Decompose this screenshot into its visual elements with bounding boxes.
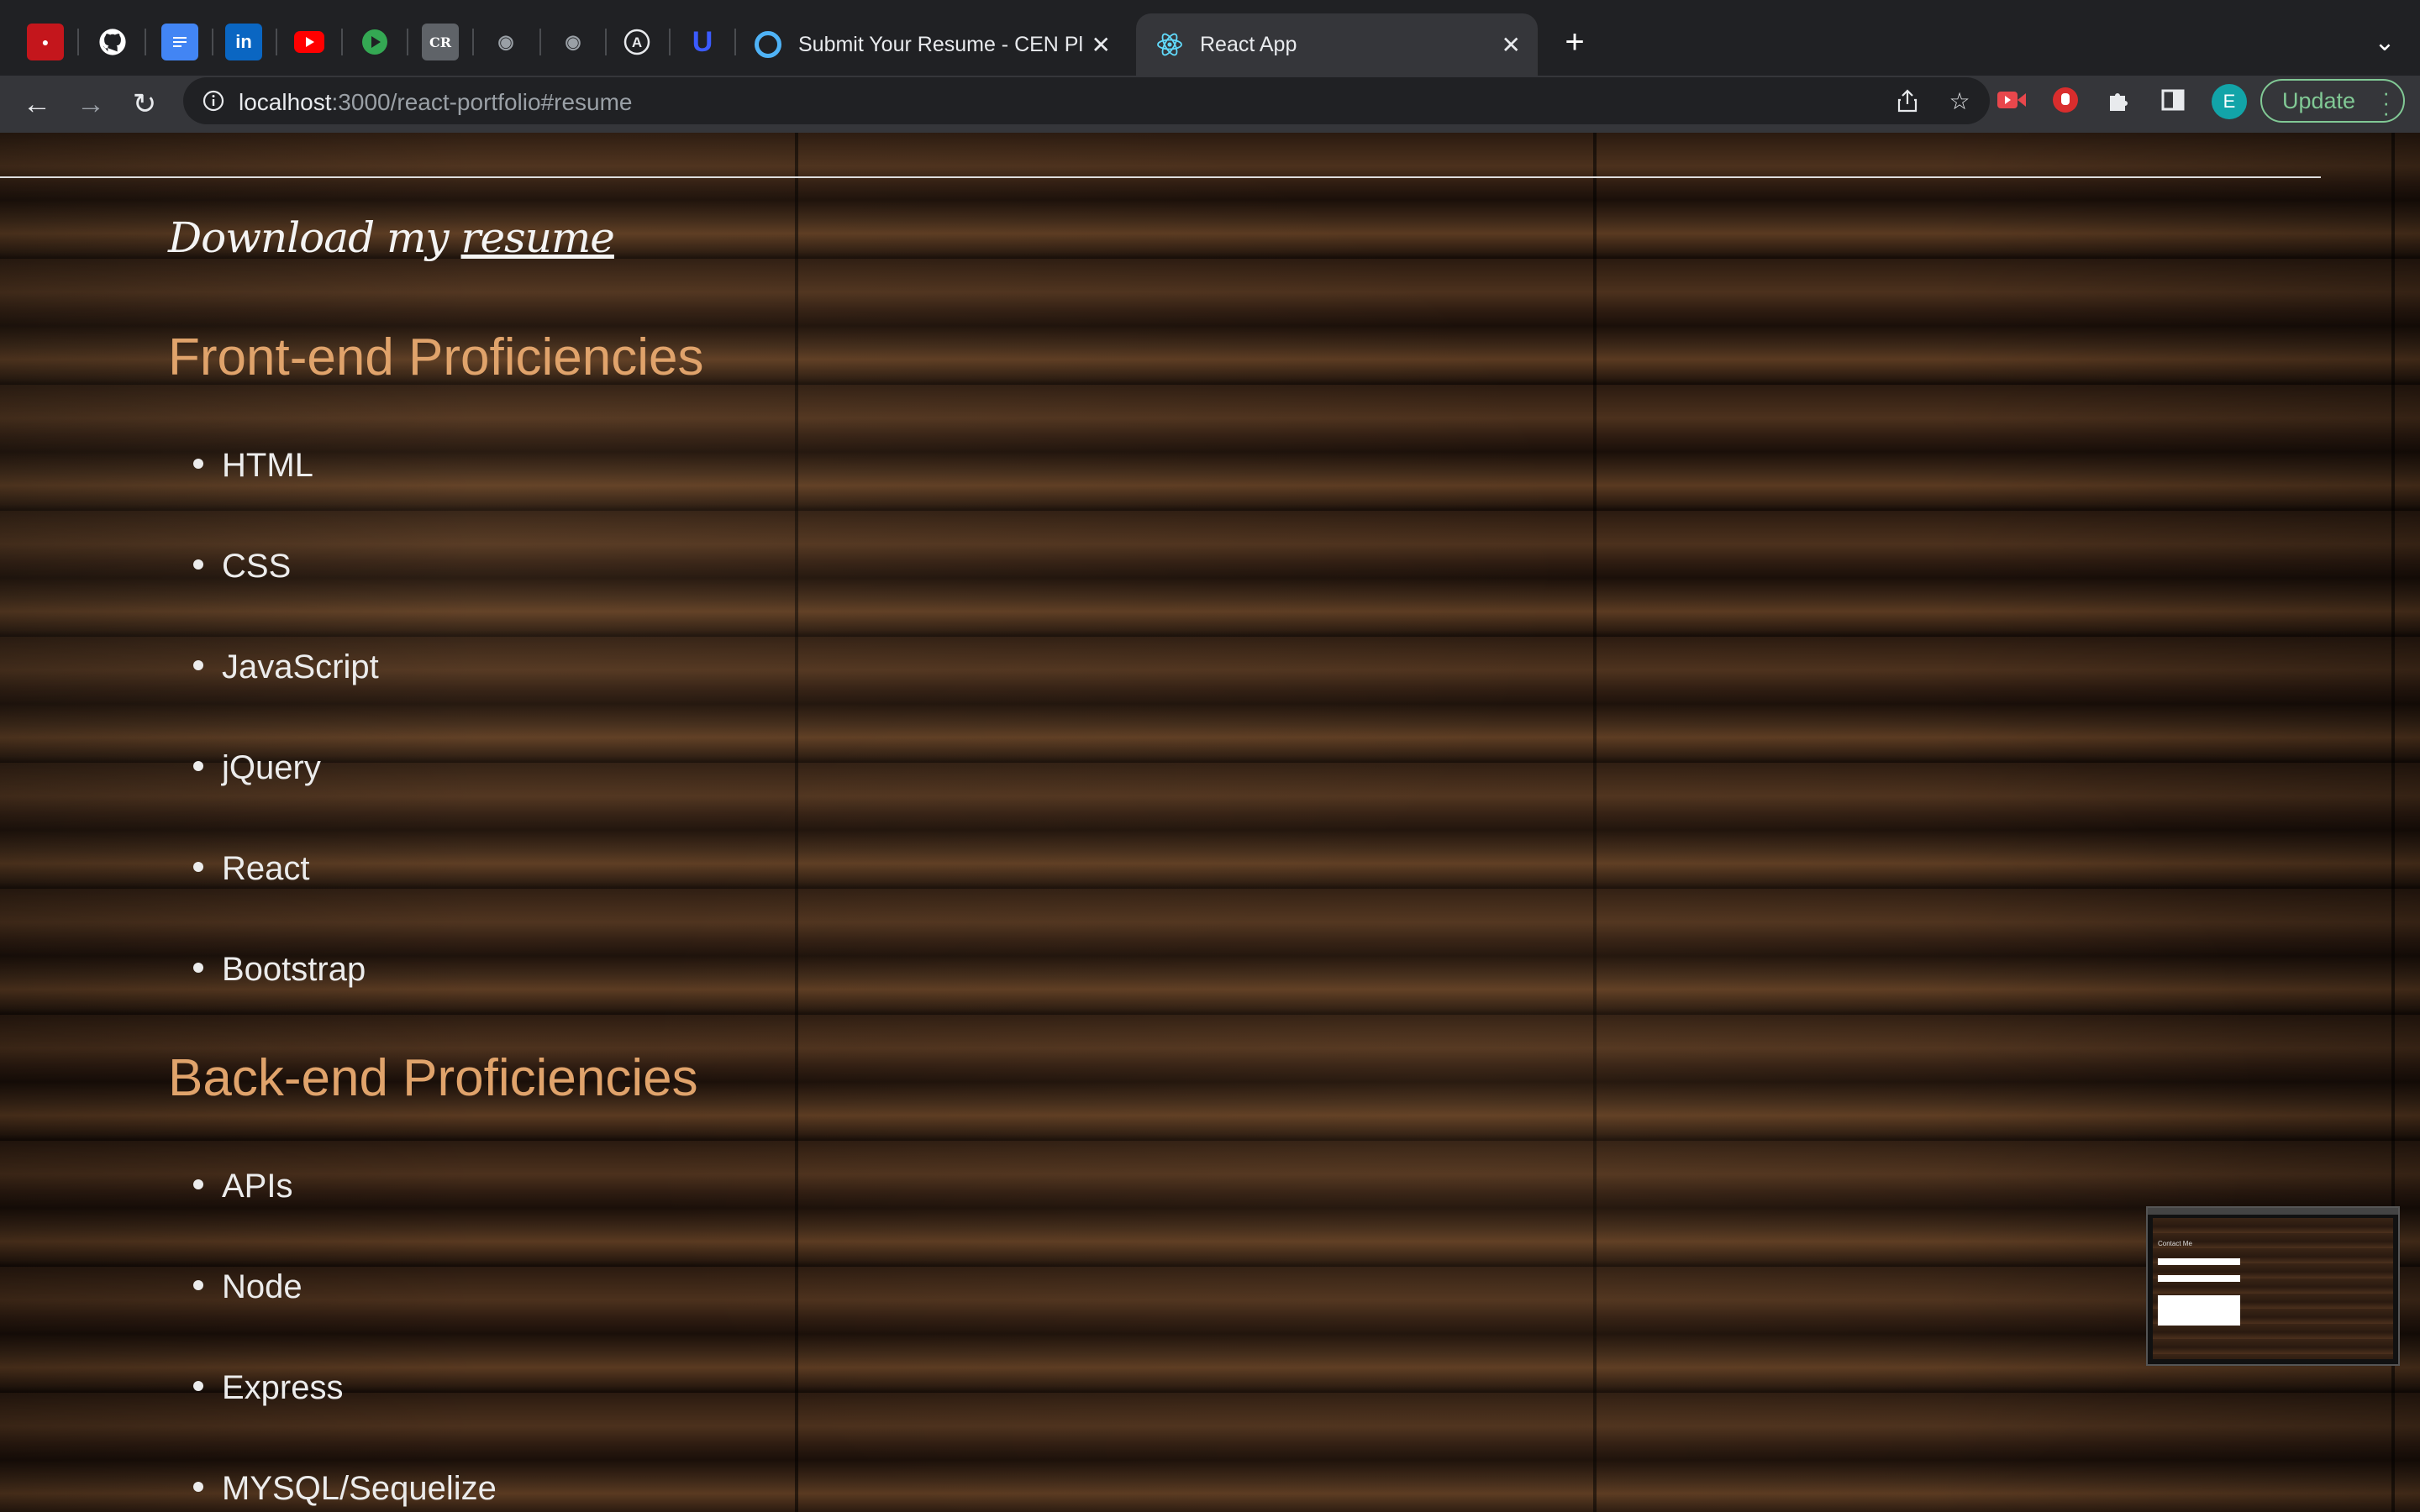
pin-separator — [407, 29, 408, 55]
thumbnail-textarea — [2158, 1295, 2240, 1326]
bullet — [193, 1381, 203, 1392]
cr-icon[interactable]: CR — [422, 24, 459, 60]
list-item: React — [193, 850, 310, 888]
back-end-heading: Back-end Proficiencies — [168, 1049, 698, 1107]
front-end-heading: Front-end Proficiencies — [168, 328, 704, 386]
tab-submit-resume[interactable]: Submit Your Resume - CEN Plu ✕ — [748, 13, 1128, 76]
skill-label: jQuery — [222, 749, 321, 786]
pin-separator — [472, 29, 474, 55]
skill-label: CSS — [222, 548, 292, 585]
screenshot-thumbnail[interactable]: Contact Me — [2146, 1206, 2400, 1366]
skill-label: React — [222, 850, 310, 887]
update-label: Update — [2282, 87, 2356, 113]
list-item: CSS — [193, 548, 291, 585]
thumbnail-browser-bar — [2148, 1208, 2398, 1215]
pin-separator — [341, 29, 343, 55]
bullet — [193, 559, 203, 570]
docs-icon[interactable] — [161, 24, 198, 60]
circle-icon — [755, 31, 781, 58]
thumbnail-field — [2158, 1275, 2240, 1282]
list-item: Node — [193, 1268, 302, 1306]
video-extension-icon[interactable] — [1996, 85, 2027, 115]
bullet — [193, 1280, 203, 1291]
close-icon[interactable]: ✕ — [1092, 31, 1111, 59]
skill-label: APIs — [222, 1168, 293, 1205]
close-icon[interactable]: ✕ — [1502, 31, 1521, 59]
bullet — [193, 1179, 203, 1190]
bullet — [193, 963, 203, 974]
skill-label: Express — [222, 1369, 344, 1406]
download-text: Download my — [168, 213, 461, 262]
download-resume-line: Download my resume — [168, 213, 615, 262]
eye-icon-2[interactable]: ◉ — [555, 24, 592, 60]
profile-avatar[interactable]: E — [2212, 84, 2247, 119]
url-path: :3000/react-portfolio#resume — [331, 89, 633, 115]
github-icon[interactable] — [94, 24, 131, 60]
new-tab-button[interactable]: + — [1556, 24, 1593, 60]
divider — [0, 176, 2321, 178]
side-panel-icon[interactable] — [2158, 85, 2188, 115]
eye-icon[interactable]: ◉ — [487, 24, 524, 60]
react-icon — [1156, 31, 1183, 58]
skill-label: HTML — [222, 447, 313, 484]
tab-title: Submit Your Resume - CEN Plu — [798, 32, 1084, 56]
list-item: APIs — [193, 1168, 292, 1205]
bullet — [193, 660, 203, 671]
back-arrow-icon[interactable]: ← — [18, 86, 55, 123]
forward-arrow-icon[interactable]: → — [72, 86, 109, 123]
kebab-menu-icon[interactable]: · · · — [2382, 81, 2390, 123]
address-bar[interactable]: localhost:3000/react-portfolio#resume ☆ — [183, 77, 1990, 124]
share-icon[interactable] — [1892, 86, 1923, 116]
a-circle-icon[interactable]: A — [618, 24, 655, 60]
thumbnail-heading: Contact Me — [2158, 1240, 2192, 1247]
red-app-icon[interactable]: ● — [27, 24, 64, 60]
pin-separator — [276, 29, 277, 55]
puzzle-extensions-icon[interactable] — [2104, 85, 2134, 115]
pin-separator — [669, 29, 671, 55]
pin-separator — [145, 29, 146, 55]
skill-label: Bootstrap — [222, 951, 366, 988]
pin-separator — [734, 29, 736, 55]
pin-separator — [77, 29, 79, 55]
update-button[interactable]: Update · · · — [2260, 79, 2405, 123]
tab-title: React App — [1200, 32, 1297, 56]
skill-label: MYSQL/Sequelize — [222, 1470, 497, 1507]
list-item: MYSQL/Sequelize — [193, 1470, 497, 1508]
play-icon[interactable] — [356, 24, 393, 60]
bullet — [193, 862, 203, 873]
skill-label: Node — [222, 1268, 302, 1305]
pin-separator — [212, 29, 213, 55]
tab-search-chevron-icon[interactable]: ⌄ — [2366, 24, 2403, 60]
youtube-icon[interactable] — [291, 24, 328, 60]
bookmark-star-icon[interactable]: ☆ — [1944, 86, 1975, 116]
list-item: Express — [193, 1369, 344, 1407]
bullet — [193, 1482, 203, 1493]
hand-extension-icon[interactable] — [2050, 85, 2081, 115]
page-viewport: Download my resume Front-end Proficienci… — [0, 133, 2420, 1512]
pin-separator — [539, 29, 541, 55]
u-icon[interactable]: U — [684, 24, 721, 60]
skill-label: JavaScript — [222, 648, 379, 685]
resume-link[interactable]: resume — [461, 213, 615, 262]
url-host: localhost — [239, 89, 332, 115]
list-item: jQuery — [193, 749, 321, 787]
list-item: HTML — [193, 447, 313, 485]
tab-strip: ● in CR ◉ ◉ A U Submit Your Resume - CEN… — [0, 0, 2420, 76]
svg-text:A: A — [632, 34, 642, 50]
tab-react-app[interactable]: React App ✕ — [1136, 13, 1538, 76]
thumbnail-field — [2158, 1258, 2240, 1265]
bullet — [193, 761, 203, 772]
reload-icon[interactable]: ↻ — [126, 86, 163, 123]
pin-separator — [605, 29, 607, 55]
list-item: JavaScript — [193, 648, 379, 686]
site-info-icon[interactable] — [198, 86, 229, 116]
list-item: Bootstrap — [193, 951, 366, 989]
linkedin-icon[interactable]: in — [225, 24, 262, 60]
bullet — [193, 459, 203, 470]
url-text[interactable]: localhost:3000/react-portfolio#resume — [239, 89, 633, 116]
